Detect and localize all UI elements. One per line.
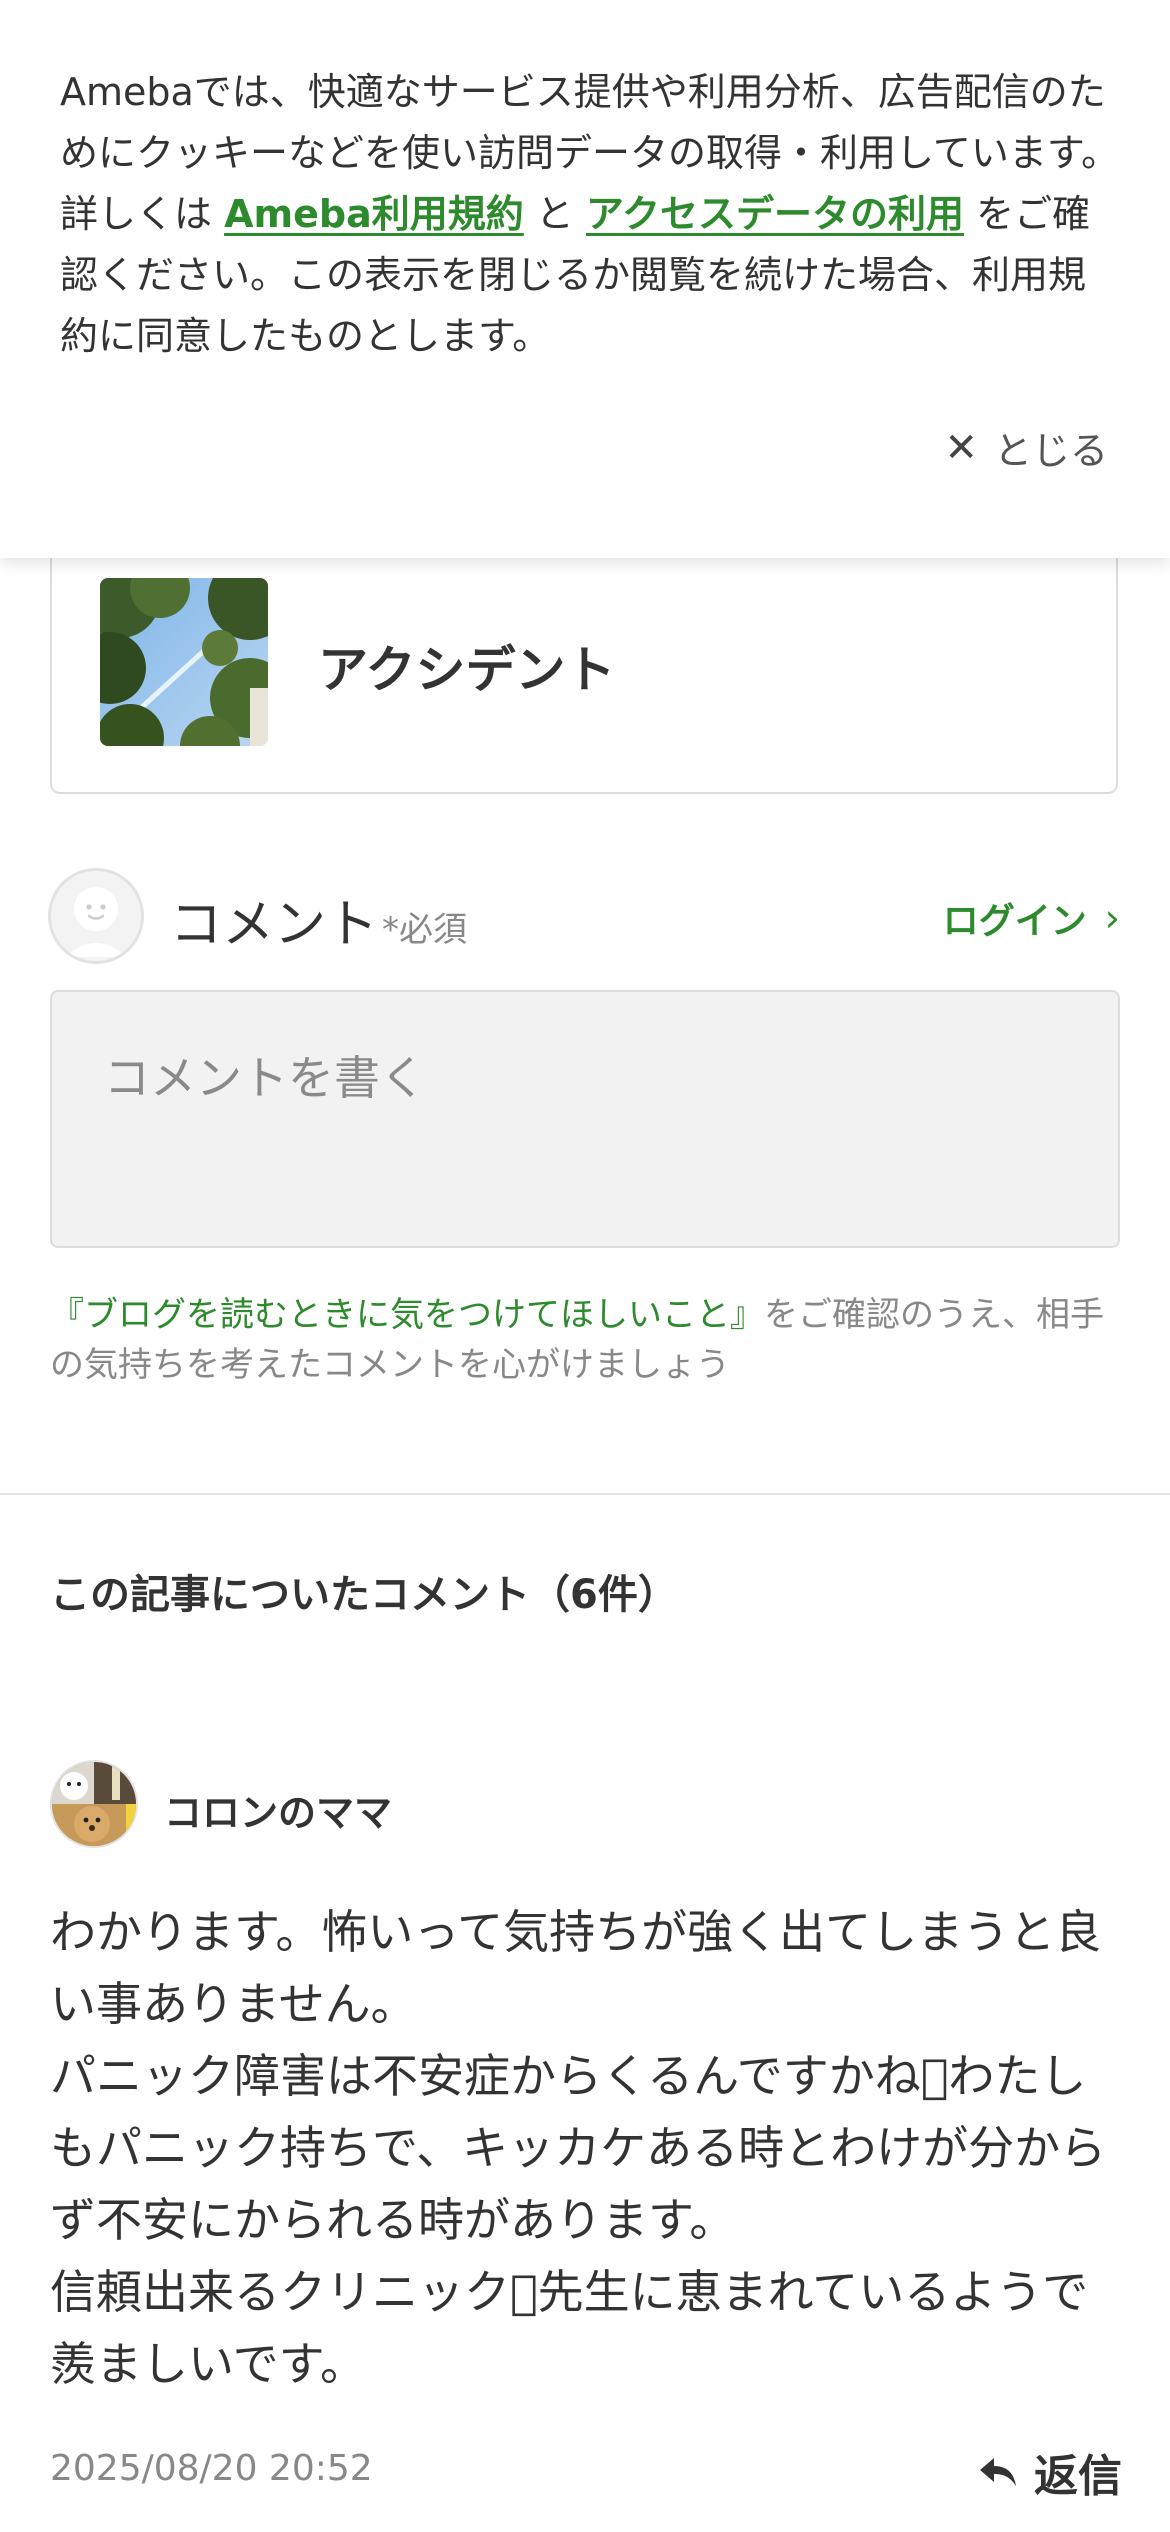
article-card[interactable]: アクシデント [50, 520, 1118, 794]
cookie-consent-text: Amebaでは、快適なサービス提供や利用分析、広告配信のためにクッキーなどを使い… [60, 62, 1120, 367]
guest-face-icon [51, 871, 141, 961]
reply-arrow-icon [980, 2458, 1016, 2486]
login-link[interactable]: ログイン › [943, 892, 1120, 944]
guideline-link[interactable]: 『ブログを読むときに気をつけてほしいこと』 [50, 1295, 764, 1335]
cookie-conjunction: と [523, 192, 586, 236]
chevron-right-icon: › [1104, 896, 1120, 940]
required-label: *必須 [382, 910, 467, 950]
reply-button[interactable]: 返信 [978, 2440, 1122, 2504]
comment-guideline: 『ブログを読むときに気をつけてほしいこと』をご確認のうえ、相手の気持ちを考えたコ… [50, 1290, 1130, 1390]
dog-avatar-icon [52, 1762, 136, 1846]
commenter-avatar[interactable] [50, 1760, 138, 1848]
comment-label: コメント [170, 895, 379, 955]
terms-link[interactable]: Ameba利用規約 [224, 192, 524, 236]
section-divider [0, 1493, 1170, 1495]
commenter-name[interactable]: コロンのママ [164, 1782, 392, 1837]
article-thumbnail [100, 578, 268, 746]
comment-input[interactable] [50, 990, 1120, 1248]
login-label: ログイン [942, 901, 1087, 942]
article-title[interactable]: アクシデント [318, 630, 616, 702]
guest-avatar [48, 868, 144, 964]
close-icon: ✕ [944, 424, 978, 471]
cookie-close-label: とじる [993, 429, 1108, 473]
comment-form-header: コメント *必須 ログイン › [48, 868, 1120, 968]
tree-sky-photo-icon [100, 578, 268, 746]
cookie-close-button[interactable]: ✕ とじる [944, 420, 1108, 475]
comment-date: 2025/08/20 20:52 [50, 2448, 373, 2489]
comments-heading: この記事についたコメント（6件） [50, 1572, 678, 1618]
comment-body: わかります。怖いって気持ちが強く出てしまうと良い事ありません。 パニック障害は不… [50, 1905, 1107, 2391]
reply-label: 返信 [1034, 2451, 1122, 2502]
access-data-link[interactable]: アクセスデータの利用 [586, 192, 964, 236]
cookie-consent-banner: Amebaでは、快適なサービス提供や利用分析、広告配信のためにクッキーなどを使い… [0, 0, 1170, 558]
